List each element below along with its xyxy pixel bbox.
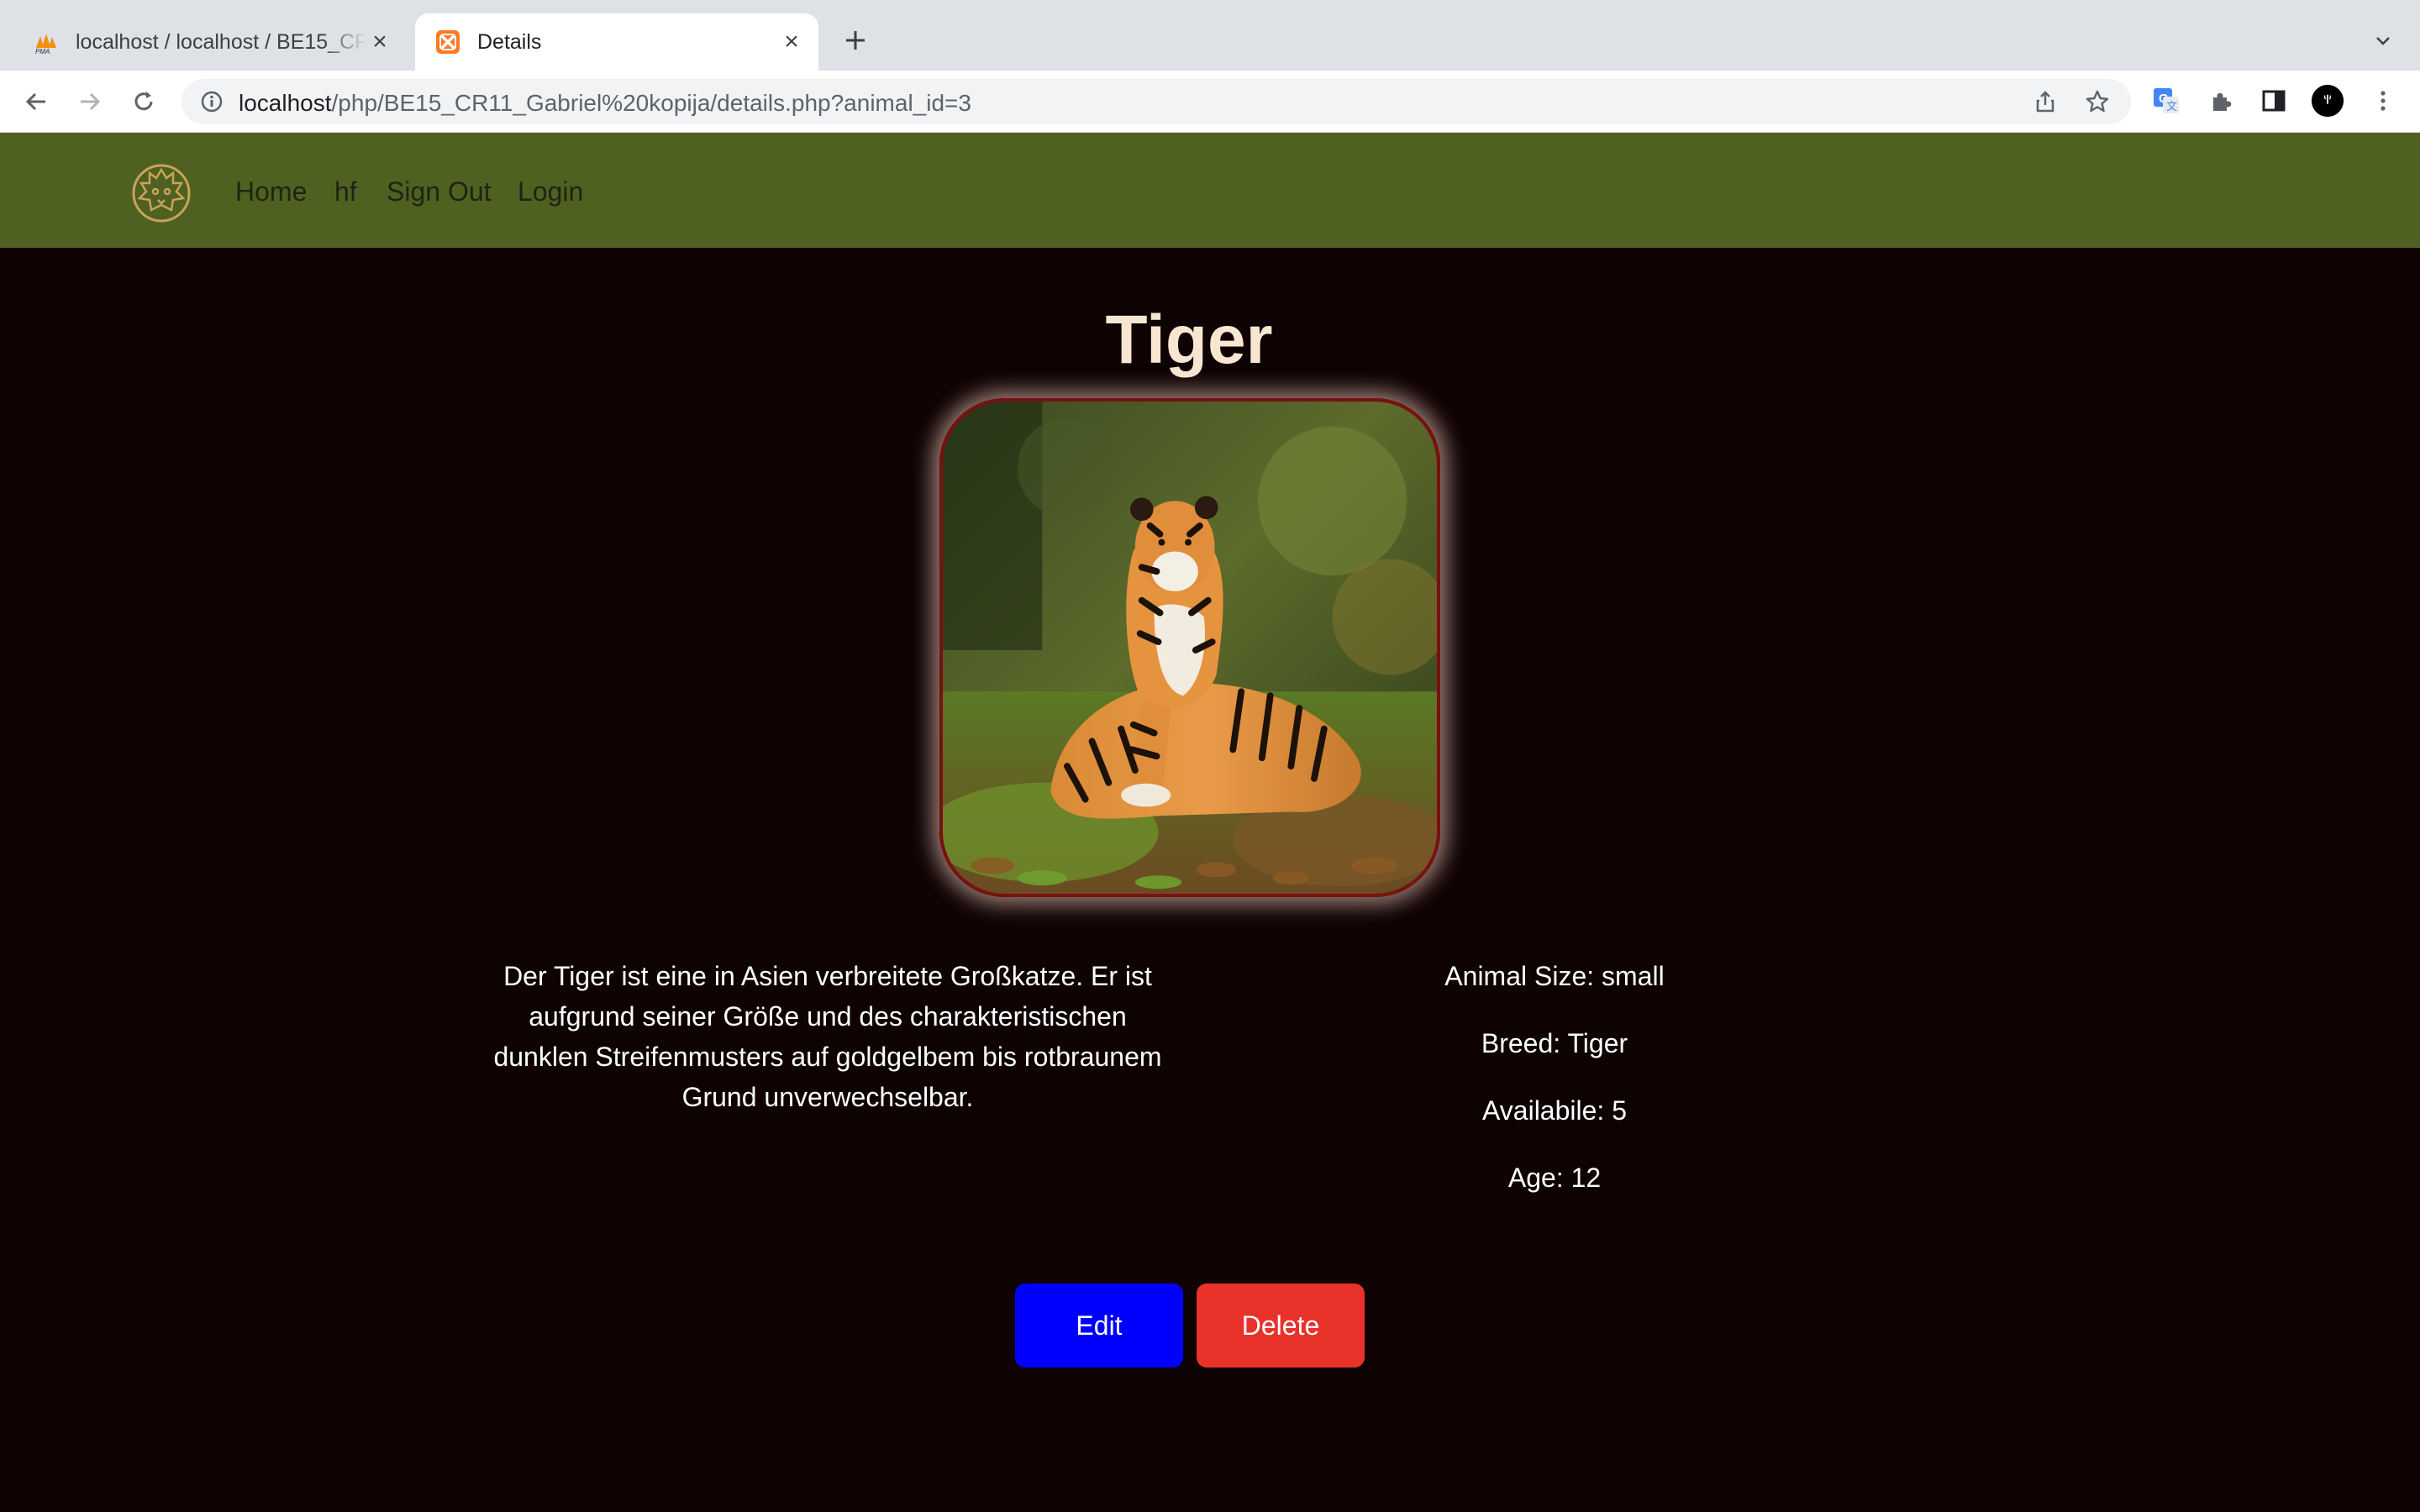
tab-details[interactable]: Details × — [415, 13, 818, 71]
google-translate-icon[interactable]: G文 — [2149, 84, 2183, 118]
browser-tabstrip: PMA localhost / localhost / BE15_CR11_Ga… — [0, 0, 2420, 71]
info-icon[interactable] — [198, 88, 225, 115]
forward-arrow-icon[interactable] — [72, 84, 108, 119]
close-icon[interactable]: × — [778, 28, 805, 55]
animal-details: Animal Size: small Breed: Tiger Availabi… — [1344, 956, 1765, 1225]
reload-icon[interactable] — [126, 84, 161, 119]
xampp-icon — [435, 29, 460, 55]
browser-toolbar: localhost/php/BE15_CR11_Gabriel%20kopija… — [0, 71, 2420, 133]
page-content: Home hf Sign Out Login Tiger Der Tiger i… — [0, 133, 2420, 1512]
animal-available: Availabile: 5 — [1482, 1095, 1627, 1126]
new-tab-plus-icon[interactable] — [839, 24, 872, 57]
address-bar[interactable]: localhost/php/BE15_CR11_Gabriel%20kopija… — [182, 79, 2131, 124]
site-navbar: Home hf Sign Out Login — [0, 133, 2420, 248]
extensions-puzzle-icon[interactable] — [2205, 84, 2238, 118]
delete-button[interactable]: Delete — [1197, 1284, 1365, 1368]
animal-breed: Breed: Tiger — [1481, 1028, 1628, 1058]
profile-avatar[interactable] — [2311, 84, 2344, 118]
tab-title: localhost / localhost / BE15_CR11_Gabrie… — [76, 29, 366, 54]
url-text: localhost/php/BE15_CR11_Gabriel%20kopija… — [239, 90, 971, 116]
phpmyadmin-icon: PMA — [34, 29, 59, 55]
chevron-down-icon[interactable] — [2368, 25, 2398, 55]
nav-link-home[interactable]: Home — [235, 176, 307, 207]
svg-text:文: 文 — [2166, 100, 2177, 113]
animal-size: Animal Size: small — [1444, 961, 1665, 991]
side-panel-icon[interactable] — [2257, 84, 2291, 118]
nav-link-login[interactable]: Login — [518, 176, 583, 207]
tab-phpmyadmin[interactable]: PMA localhost / localhost / BE15_CR11_Ga… — [29, 13, 407, 71]
svg-text:PMA: PMA — [35, 48, 50, 55]
tab-title: Details — [477, 29, 542, 54]
lion-logo-icon[interactable] — [131, 163, 192, 223]
bookmark-star-icon[interactable] — [2082, 87, 2112, 117]
animal-description: Der Tiger ist eine in Asien verbreitete … — [493, 961, 1162, 1112]
back-arrow-icon[interactable] — [18, 84, 54, 119]
edit-button[interactable]: Edit — [1015, 1284, 1183, 1368]
nav-link-sign-out[interactable]: Sign Out — [387, 176, 492, 207]
animal-age: Age: 12 — [1507, 1163, 1602, 1193]
animal-title: Tiger — [1105, 302, 1273, 378]
close-icon[interactable]: × — [366, 28, 393, 55]
kebab-menu-icon[interactable] — [2366, 84, 2400, 118]
share-icon[interactable] — [2030, 87, 2060, 117]
animal-photo — [939, 398, 1440, 897]
nav-link-hf[interactable]: hf — [334, 176, 357, 207]
